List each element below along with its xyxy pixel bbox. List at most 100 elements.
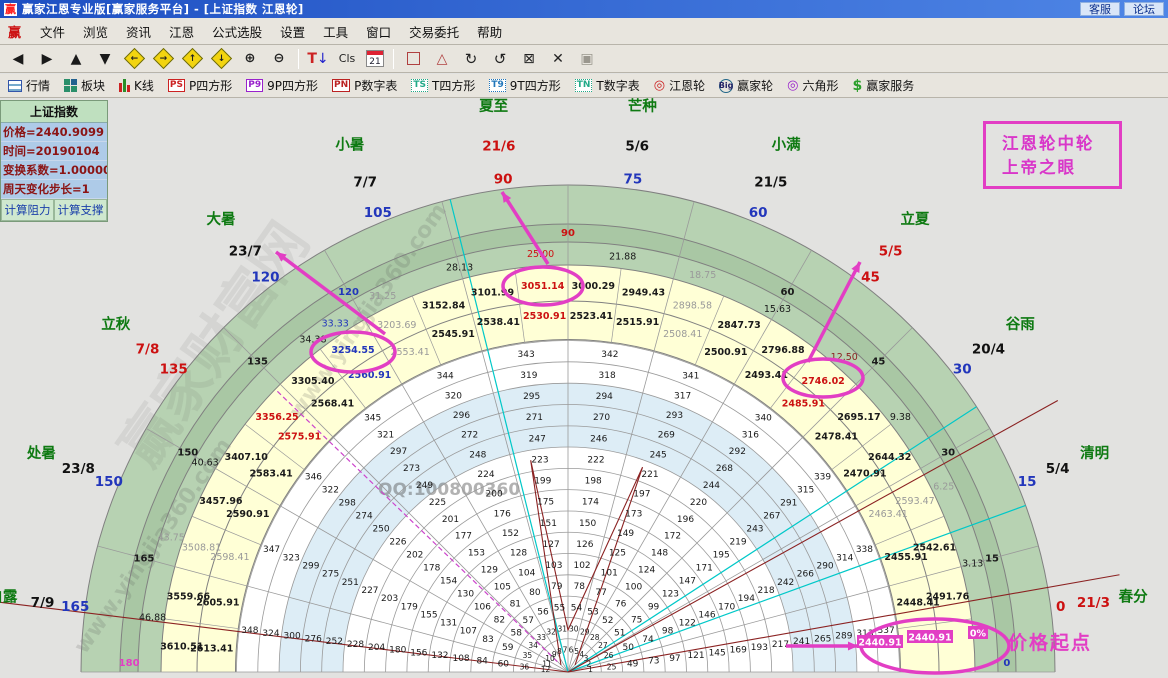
- view-quotes[interactable]: 行情: [8, 77, 50, 94]
- ring-number: 201: [442, 515, 459, 525]
- forum-button[interactable]: 论坛: [1124, 2, 1164, 16]
- board-icon[interactable]: ▣: [577, 49, 597, 69]
- price-value: 2523.41: [570, 311, 613, 322]
- pan-right-icon[interactable]: →: [153, 49, 173, 69]
- origin-badge-value: 2440.91: [908, 633, 951, 644]
- price-value: 2847.73: [718, 320, 761, 331]
- view-sectors[interactable]: 板块: [64, 77, 105, 94]
- menu-browse[interactable]: 浏览: [74, 19, 117, 44]
- ring-number: 123: [662, 589, 679, 599]
- ring-number: 222: [587, 455, 604, 465]
- outer-degree-label: 0: [1056, 599, 1065, 615]
- menu-file[interactable]: 文件: [31, 19, 74, 44]
- percent-label: 21.88: [609, 252, 636, 263]
- ring-number: 148: [651, 549, 668, 559]
- ring-number: 49: [627, 659, 639, 669]
- ring-number: 346: [305, 473, 322, 483]
- draw-triangle-icon[interactable]: △: [432, 49, 452, 69]
- menu-trade[interactable]: 交易委托: [400, 19, 468, 44]
- maximize-view-icon[interactable]: ⊠: [519, 49, 539, 69]
- ring-number: 73: [648, 657, 659, 667]
- cls-button[interactable]: Cls: [337, 49, 357, 69]
- ring-number: 97: [669, 654, 680, 664]
- nav-back-icon[interactable]: ◀: [8, 49, 28, 69]
- view-t-square[interactable]: TST四方形: [411, 77, 475, 94]
- date-label: 5/6: [625, 139, 649, 155]
- menu-gann[interactable]: 江恩: [160, 19, 203, 44]
- zoom-out-icon[interactable]: ⊖: [269, 49, 289, 69]
- price-value: 2644.32: [868, 452, 911, 463]
- price-value: 2538.41: [477, 317, 520, 328]
- ring-number: 125: [609, 549, 626, 559]
- price-value: 2545.91: [432, 329, 475, 340]
- t9-icon: T9: [489, 79, 505, 92]
- view-9p-square[interactable]: P99P四方形: [246, 77, 318, 94]
- view-winner-wheel[interactable]: Big赢家轮: [719, 77, 773, 94]
- draw-square-icon[interactable]: [403, 49, 423, 69]
- chart-area: 赢家财富网www.yingjia360.comwww.yingjia360.co…: [0, 98, 1168, 678]
- solar-term-label: 芒种: [628, 98, 657, 115]
- outer-degree-label: 150: [95, 474, 123, 490]
- ring-number: 104: [518, 568, 535, 578]
- solar-term-label: 大暑: [207, 210, 236, 228]
- menu-tools[interactable]: 工具: [314, 19, 357, 44]
- view-kline[interactable]: K线: [119, 77, 154, 94]
- price-value: 2583.41: [250, 469, 293, 480]
- rotate-cw-icon[interactable]: ↻: [461, 49, 481, 69]
- view-p-table[interactable]: PNP数字表: [332, 77, 397, 94]
- ring-number: 291: [780, 499, 797, 509]
- rotate-ccw-icon[interactable]: ↺: [490, 49, 510, 69]
- price-value: 2470.91: [843, 469, 886, 480]
- ring-number: 107: [460, 627, 477, 637]
- price-value: 2598.41: [210, 552, 249, 563]
- ps-icon: PS: [168, 79, 185, 92]
- menu-settings[interactable]: 设置: [271, 19, 314, 44]
- date-label: 7/8: [136, 341, 160, 357]
- ring-number: 290: [816, 562, 833, 572]
- ring-number: 7: [563, 646, 568, 655]
- ring-number: 25: [607, 662, 617, 671]
- ring-number: 318: [599, 371, 616, 381]
- pan-down-icon[interactable]: ↓: [211, 49, 231, 69]
- calc-resistance-button[interactable]: 计算阻力: [1, 199, 54, 221]
- view-hexagon[interactable]: ◎六角形: [787, 77, 838, 94]
- nav-down-icon[interactable]: ▼: [95, 49, 115, 69]
- ring-number: 147: [679, 576, 696, 586]
- inner-degree-label: 30: [941, 448, 955, 459]
- ring-number: 149: [617, 529, 634, 539]
- percent-label: 40.63: [192, 458, 219, 469]
- view-winner-service[interactable]: $赢家服务: [852, 77, 914, 94]
- menu-news[interactable]: 资讯: [117, 19, 160, 44]
- price-value: 3051.14: [521, 281, 565, 292]
- ring-number: 122: [679, 619, 696, 629]
- shrink-view-icon[interactable]: ✕: [548, 49, 568, 69]
- date-label: 21/6: [482, 139, 515, 155]
- price-value: 3305.40: [291, 376, 335, 387]
- menu-help[interactable]: 帮助: [468, 19, 511, 44]
- price-value: 2575.91: [278, 432, 321, 443]
- menu-window[interactable]: 窗口: [357, 19, 400, 44]
- ring-number: 129: [481, 566, 498, 576]
- ring-number: 53: [587, 608, 598, 618]
- menu-formula-stock[interactable]: 公式选股: [203, 19, 271, 44]
- pan-left-icon[interactable]: ←: [124, 49, 144, 69]
- nav-forward-icon[interactable]: ▶: [37, 49, 57, 69]
- ring-number: 246: [590, 434, 607, 444]
- percent-label: 31.25: [369, 291, 396, 302]
- nav-up-icon[interactable]: ▲: [66, 49, 86, 69]
- view-gann-wheel[interactable]: ◎江恩轮: [654, 77, 705, 94]
- zoom-in-icon[interactable]: ⊕: [240, 49, 260, 69]
- ring-number: 6: [569, 646, 574, 655]
- sort-price-icon[interactable]: T↓: [308, 49, 328, 69]
- calc-support-button[interactable]: 计算支撑: [54, 199, 107, 221]
- view-9t-square[interactable]: T99T四方形: [489, 77, 560, 94]
- view-p-square[interactable]: PSP四方形: [168, 77, 232, 94]
- ring-number: 348: [241, 626, 258, 636]
- pan-up-icon[interactable]: ↑: [182, 49, 202, 69]
- ring-number: 269: [658, 431, 675, 441]
- service-button[interactable]: 客服: [1080, 2, 1120, 16]
- view-t-table[interactable]: TNT数字表: [575, 77, 640, 94]
- inner-degree-label: 180: [119, 658, 140, 669]
- calendar-icon[interactable]: 21: [366, 50, 384, 67]
- ring-number: 171: [696, 563, 713, 573]
